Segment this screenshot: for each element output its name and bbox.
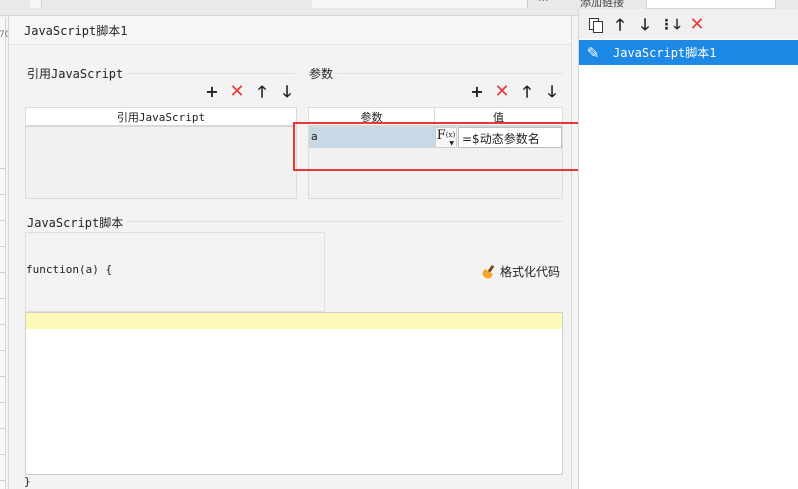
move-up-reference-icon[interactable]: 🡑 bbox=[253, 83, 271, 101]
pencil-icon: ✎ bbox=[586, 43, 600, 62]
ruler-tick bbox=[0, 350, 6, 351]
add-reference-icon[interactable]: + bbox=[203, 83, 221, 101]
right-tab-strip: 添加链接 bbox=[578, 0, 798, 9]
references-label: 引用JavaScript bbox=[27, 65, 128, 82]
delete-reference-icon[interactable]: ✕ bbox=[228, 83, 246, 101]
right-tab-blank[interactable] bbox=[646, 0, 776, 9]
ruler-tick bbox=[0, 428, 6, 429]
param-value-input[interactable]: =$动态参数名 bbox=[458, 127, 562, 148]
code-editor[interactable] bbox=[25, 312, 563, 475]
ruler-tick bbox=[0, 194, 6, 195]
ruler-tick bbox=[0, 454, 6, 455]
ruler-tick bbox=[0, 168, 6, 169]
column-header-param[interactable]: 参数 bbox=[309, 108, 435, 125]
more-icon[interactable]: ··· bbox=[538, 0, 554, 7]
param-name-cell[interactable]: a bbox=[309, 127, 435, 148]
ruler-tick bbox=[0, 298, 6, 299]
column-header-value[interactable]: 值 bbox=[435, 108, 562, 125]
broom-icon bbox=[480, 264, 497, 280]
table-row[interactable]: a F (x) ▼ =$动态参数名 bbox=[309, 127, 562, 149]
function-closing: } bbox=[24, 475, 31, 488]
ruler-tick bbox=[0, 480, 6, 481]
format-code-label: 格式化代码 bbox=[500, 265, 561, 279]
ruler-tick bbox=[0, 246, 6, 247]
section-divider bbox=[307, 73, 563, 74]
delete-param-icon[interactable]: ✕ bbox=[493, 83, 511, 101]
list-item[interactable]: ✎ JavaScript脚本1 bbox=[579, 40, 798, 65]
list-item-label: JavaScript脚本1 bbox=[613, 46, 717, 60]
column-header[interactable]: 引用JavaScript bbox=[26, 108, 296, 125]
move-down-reference-icon[interactable]: 🡓 bbox=[278, 83, 296, 101]
delete-item-icon[interactable]: ✕ bbox=[688, 16, 706, 34]
row-ruler: 70 bbox=[0, 18, 10, 489]
ruler-tick bbox=[0, 220, 6, 221]
tab-add-link[interactable]: 添加链接 bbox=[578, 0, 644, 9]
javascript-dialog: JavaScript脚本1 引用JavaScript + ✕ 🡑 🡓 引用Jav… bbox=[8, 16, 572, 489]
format-code-button[interactable]: 格式化代码 bbox=[480, 263, 561, 280]
javascript-list-pane: 🡑 🡓 ⋮🡓 ✕ ✎ JavaScript脚本1 bbox=[578, 9, 798, 489]
params-grid-header: 参数 值 bbox=[309, 108, 562, 127]
move-up-item-icon[interactable]: 🡑 bbox=[611, 16, 629, 34]
dialog-title: JavaScript脚本1 bbox=[9, 16, 571, 45]
function-header: function(a) { bbox=[26, 263, 113, 276]
background-tab bbox=[30, 0, 42, 8]
active-line bbox=[26, 313, 562, 329]
copy-icon[interactable] bbox=[587, 16, 605, 34]
formula-icon[interactable]: F (x) ▼ bbox=[435, 127, 457, 148]
params-label: 参数 bbox=[309, 65, 338, 82]
background-tab bbox=[312, 0, 528, 8]
right-toolbar: 🡑 🡓 ⋮🡓 ✕ bbox=[579, 9, 798, 39]
ruler-tick bbox=[0, 324, 6, 325]
move-to-bottom-icon[interactable]: ⋮🡓 bbox=[659, 16, 680, 34]
move-down-param-icon[interactable]: 🡓 bbox=[543, 83, 561, 101]
references-grid[interactable]: 引用JavaScript bbox=[25, 107, 297, 199]
ruler-tick bbox=[0, 402, 6, 403]
move-up-param-icon[interactable]: 🡑 bbox=[518, 83, 536, 101]
script-label: JavaScript脚本 bbox=[27, 214, 128, 231]
params-grid[interactable]: 参数 值 a F (x) ▼ =$动态参数名 bbox=[308, 107, 563, 199]
move-down-item-icon[interactable]: 🡓 bbox=[636, 16, 654, 34]
background-toolbar: ··· bbox=[0, 0, 578, 16]
add-param-icon[interactable]: + bbox=[468, 83, 486, 101]
ruler-tick bbox=[0, 376, 6, 377]
references-grid-header: 引用JavaScript bbox=[26, 108, 296, 127]
ruler-tick bbox=[0, 272, 6, 273]
